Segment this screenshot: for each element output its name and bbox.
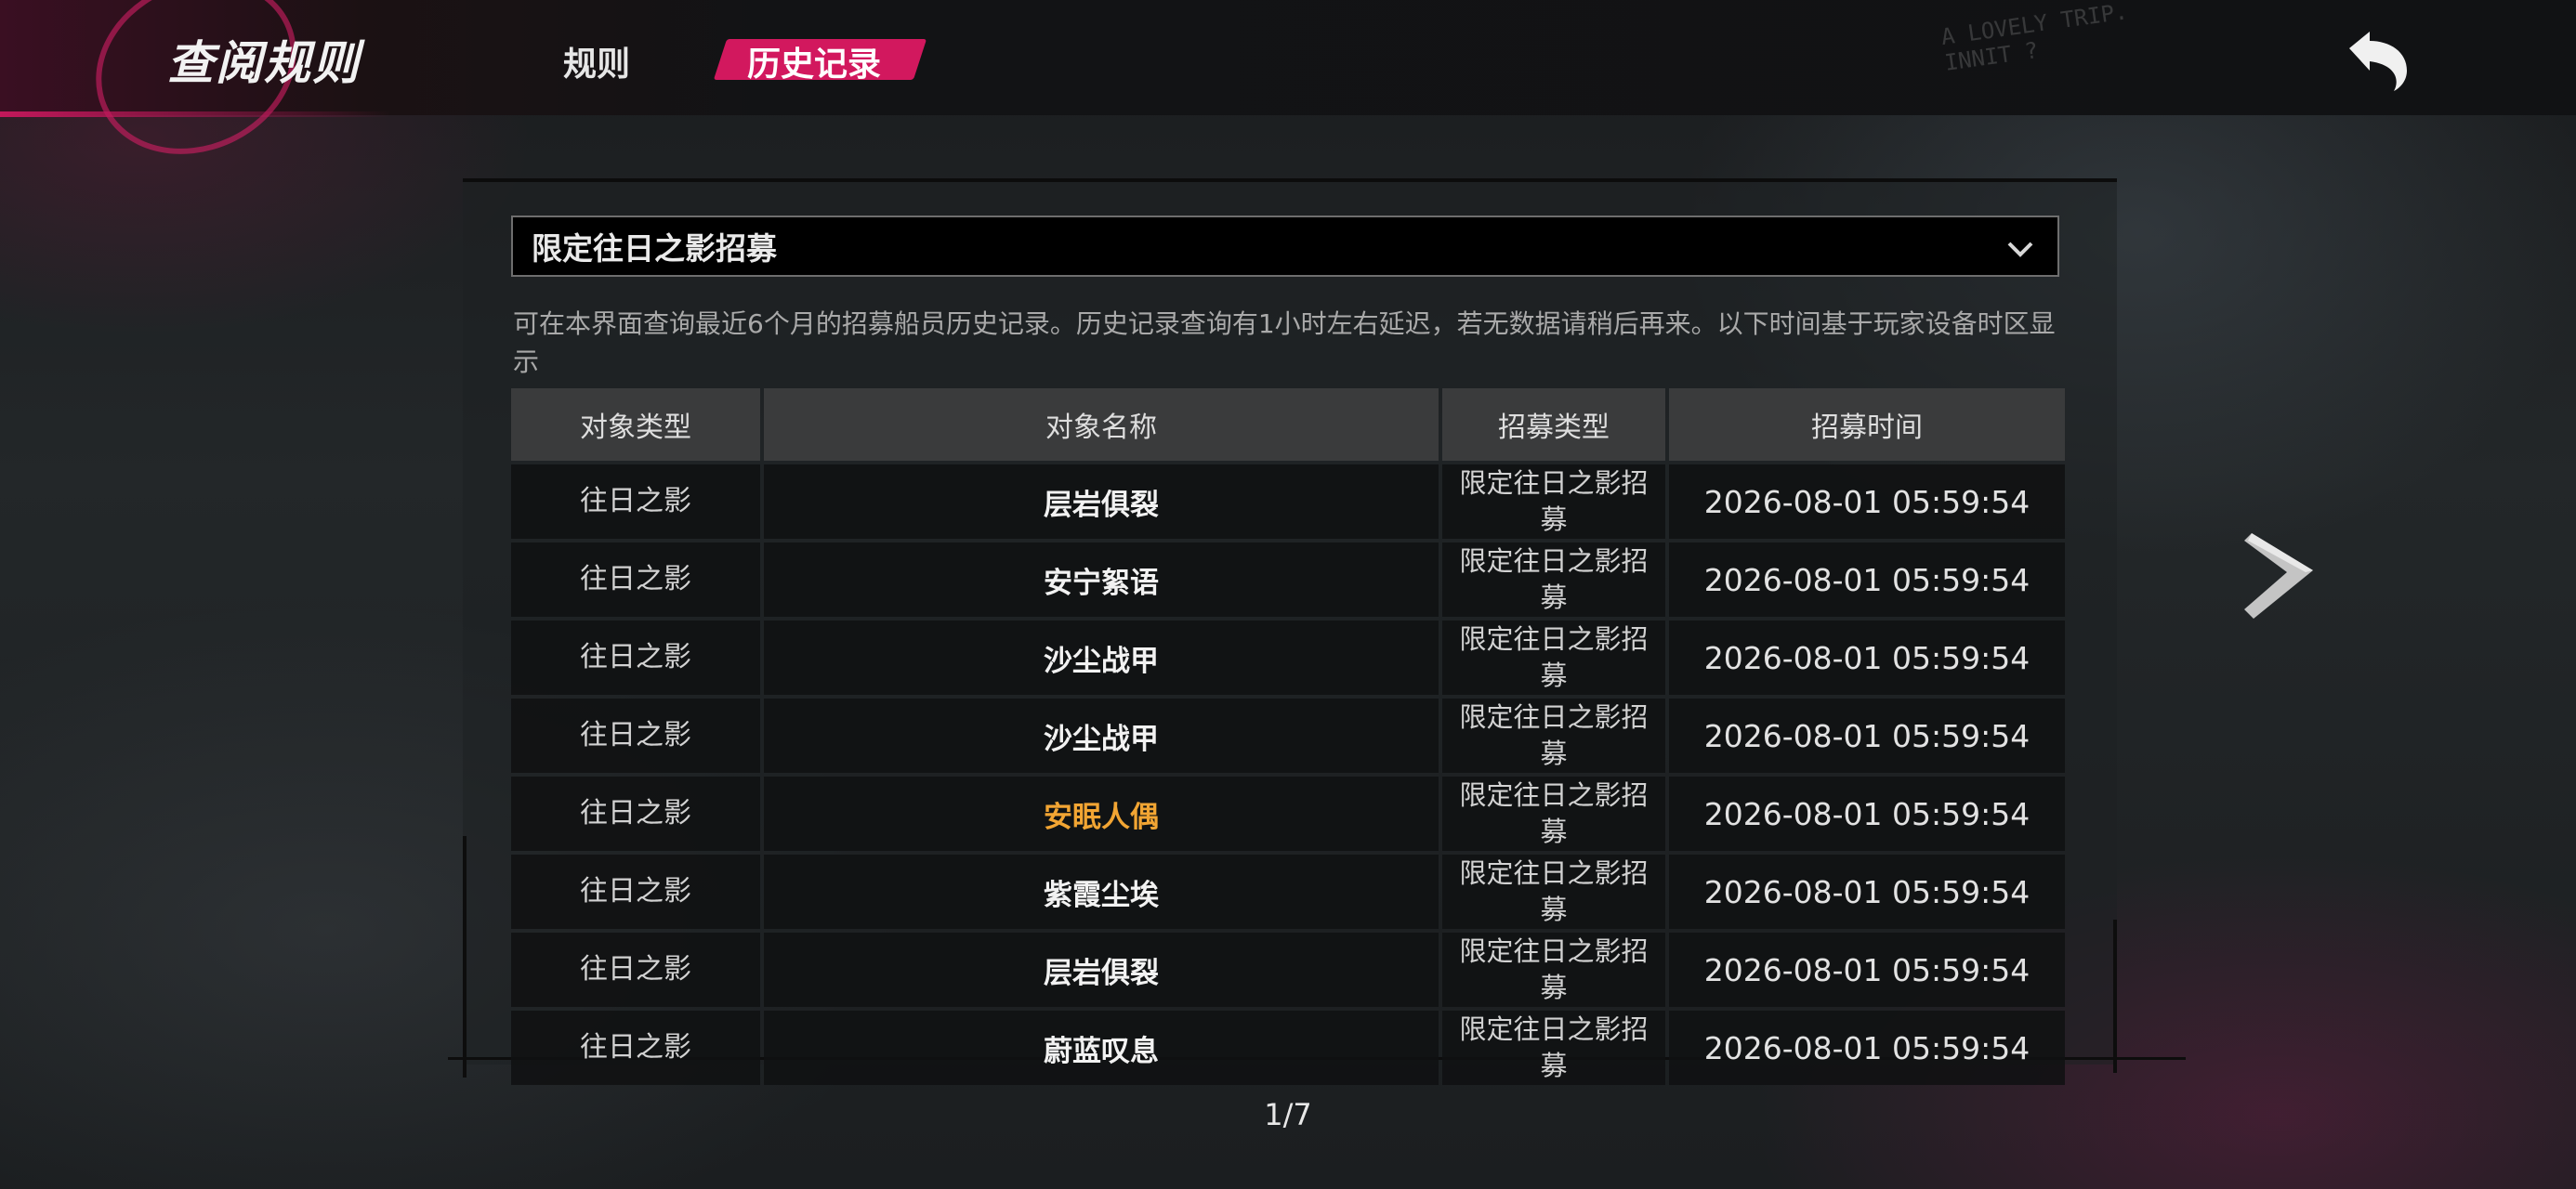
row-recruit-type: 限定往日之影招募 [1442, 542, 1665, 617]
next-page-button[interactable] [2235, 528, 2319, 621]
row-object-name: 安宁絮语 [764, 542, 1439, 617]
column-header-name: 对象名称 [764, 388, 1439, 461]
row-object-type: 往日之影 [511, 699, 760, 773]
column-header-time: 招募时间 [1669, 388, 2065, 461]
row-object-name: 层岩俱裂 [764, 933, 1439, 1007]
row-recruit-time: 2026-08-01 05:59:54 [1669, 933, 2065, 1007]
table-row: 往日之影 安宁絮语 限定往日之影招募 2026-08-01 05:59:54 [511, 542, 2065, 617]
row-object-name: 沙尘战甲 [764, 699, 1439, 773]
row-recruit-type: 限定往日之影招募 [1442, 855, 1665, 929]
row-recruit-type: 限定往日之影招募 [1442, 1011, 1665, 1085]
row-recruit-time: 2026-08-01 05:59:54 [1669, 542, 2065, 617]
table-row: 往日之影 紫霞尘埃 限定往日之影招募 2026-08-01 05:59:54 [511, 855, 2065, 929]
row-recruit-type: 限定往日之影招募 [1442, 699, 1665, 773]
panel-frame-left [463, 836, 467, 1078]
row-recruit-type: 限定往日之影招募 [1442, 933, 1665, 1007]
corner-decoration-text: A LOVELY TRIP. INNIT ? [1939, 0, 2133, 76]
page-title: 查阅规则 [167, 36, 361, 90]
table-row: 往日之影 沙尘战甲 限定往日之影招募 2026-08-01 05:59:54 [511, 699, 2065, 773]
page-indicator: 1/7 [1264, 1097, 1312, 1132]
table-row: 往日之影 蔚蓝叹息 限定往日之影招募 2026-08-01 05:59:54 [511, 1011, 2065, 1085]
back-button[interactable] [2342, 28, 2416, 93]
table-body[interactable]: 往日之影 层岩俱裂 限定往日之影招募 2026-08-01 05:59:54 往日之影安… [511, 464, 2065, 1141]
row-recruit-time: 2026-08-01 05:59:54 [1669, 1011, 2065, 1085]
row-recruit-time: 2026-08-01 05:59:54 [1669, 464, 2065, 539]
table-row: 往日之影 层岩俱裂 限定往日之影招募 2026-08-01 05:59:54 [511, 933, 2065, 1007]
row-recruit-time: 2026-08-01 05:59:54 [1669, 699, 2065, 773]
row-object-name: 安眠人偶 [764, 777, 1439, 851]
row-recruit-type: 限定往日之影招募 [1442, 464, 1665, 539]
panel-frame-right [2113, 920, 2117, 1073]
row-object-name: 层岩俱裂 [764, 464, 1439, 539]
recruit-type-dropdown[interactable]: 限定往日之影招募 [511, 216, 2059, 277]
table-row: 往日之影 安眠人偶 限定往日之影招募 2026-08-01 05:59:54 [511, 777, 2065, 851]
row-recruit-type: 限定往日之影招募 [1442, 621, 1665, 695]
row-object-type: 往日之影 [511, 464, 760, 539]
table-row: 往日之影 层岩俱裂 限定往日之影招募 2026-08-01 05:59:54 [511, 464, 2065, 539]
row-recruit-type: 限定往日之影招募 [1442, 777, 1665, 851]
row-recruit-time: 2026-08-01 05:59:54 [1669, 855, 2065, 929]
row-object-type: 往日之影 [511, 855, 760, 929]
history-table: 对象类型 对象名称 招募类型 招募时间 往日之影 层岩俱裂 限定往日之影招募 2026… [511, 388, 2065, 1141]
row-object-name: 紫霞尘埃 [764, 855, 1439, 929]
info-text: 可在本界面查询最近6个月的招募船员历史记录。历史记录查询有1小时左右延迟，若无数… [513, 308, 2056, 377]
row-object-type: 往日之影 [511, 933, 760, 1007]
dropdown-selected-value: 限定往日之影招募 [532, 230, 777, 267]
back-arrow-icon [2349, 32, 2407, 91]
table-row: 往日之影 沙尘战甲 限定往日之影招募 2026-08-01 05:59:54 [511, 621, 2065, 695]
row-object-name: 沙尘战甲 [764, 621, 1439, 695]
column-header-recruit-type: 招募类型 [1442, 388, 1665, 461]
row-recruit-time: 2026-08-01 05:59:54 [1669, 621, 2065, 695]
chevron-right-icon [2244, 533, 2313, 619]
row-object-type: 往日之影 [511, 777, 760, 851]
row-object-type: 往日之影 [511, 542, 760, 617]
row-object-type: 往日之影 [511, 1011, 760, 1085]
column-header-type: 对象类型 [511, 388, 760, 461]
row-recruit-time: 2026-08-01 05:59:54 [1669, 777, 2065, 851]
chevron-down-icon [2007, 242, 2033, 257]
table-header: 对象类型 对象名称 招募类型 招募时间 [511, 388, 2065, 461]
row-object-type: 往日之影 [511, 621, 760, 695]
row-object-name: 蔚蓝叹息 [764, 1011, 1439, 1085]
tab-history[interactable]: 历史记录 [747, 37, 881, 85]
tab-rules[interactable]: 规则 [563, 37, 630, 85]
top-bar: 查阅规则 规则 历史记录 A LOVELY TRIP. INNIT ? [0, 0, 2576, 187]
